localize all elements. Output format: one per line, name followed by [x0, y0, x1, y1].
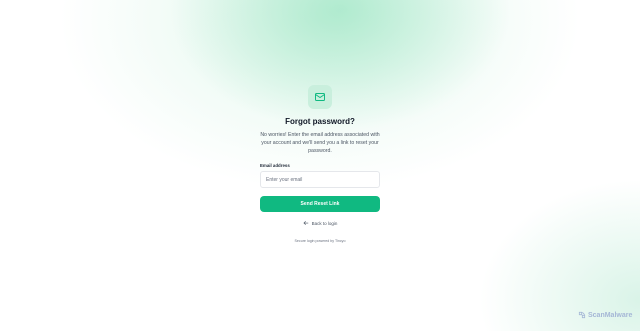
send-reset-link-button[interactable]: Send Reset Link [260, 196, 380, 212]
back-to-login-link[interactable]: Back to login [260, 220, 380, 226]
page-description: No worries! Enter the email address asso… [260, 132, 380, 155]
page-title: Forgot password? [285, 117, 355, 126]
back-to-login-label: Back to login [311, 220, 338, 226]
page: Forgot password? No worries! Enter the e… [0, 0, 640, 331]
watermark-text: ScanMalware [588, 311, 633, 319]
mail-icon [315, 93, 325, 101]
mail-icon-tile [308, 85, 332, 109]
email-field[interactable] [261, 176, 379, 183]
watermark: ScanMalware [578, 311, 632, 319]
arrow-left-icon [303, 221, 308, 225]
forgot-password-header: Forgot password? No worries! Enter the e… [260, 85, 380, 156]
scanmalware-logo-icon [578, 311, 586, 319]
email-label: Email address [260, 163, 290, 168]
reset-form: Email address Send Reset Link [260, 163, 380, 212]
footer-text: Secure login powered by Tincyo [294, 239, 346, 243]
email-field-wrapper [260, 171, 380, 188]
